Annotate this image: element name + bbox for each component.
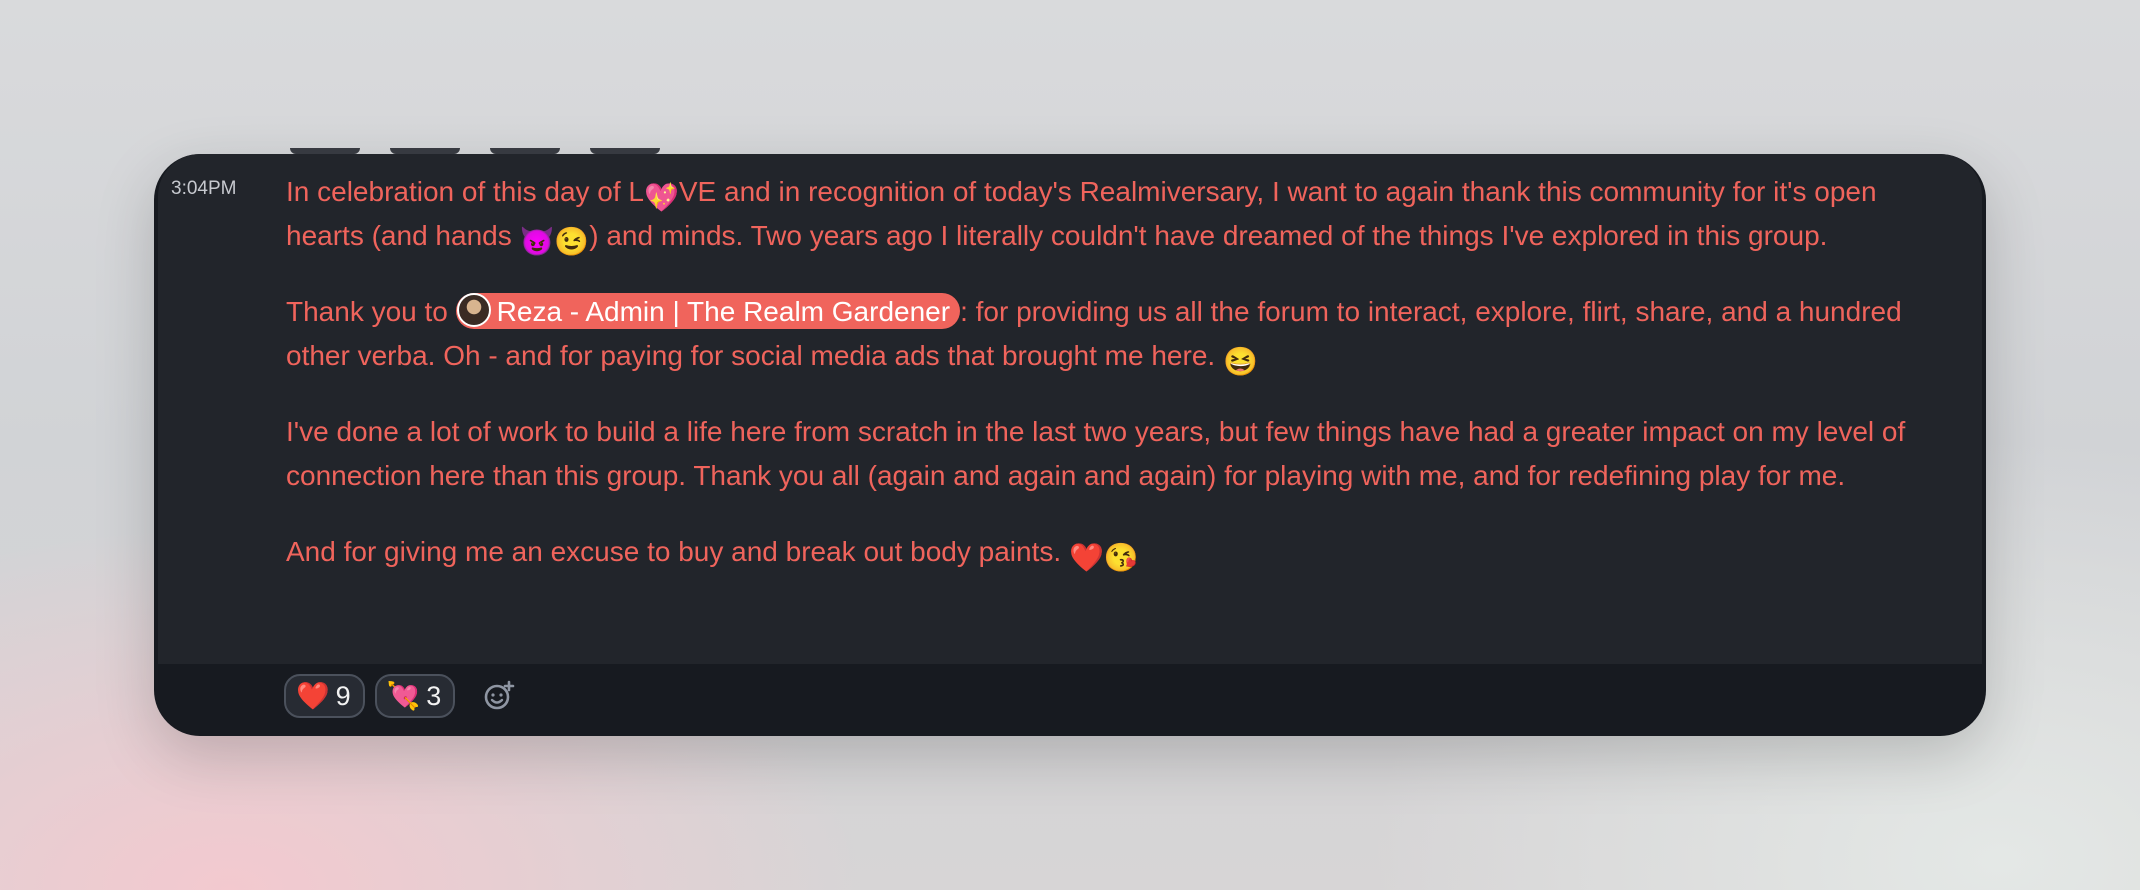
laughing-emoji: 😆 — [1222, 346, 1258, 377]
message-timestamp: 3:04PM — [171, 178, 237, 199]
reaction-heart[interactable]: ❤️ 9 — [284, 674, 365, 718]
mention-avatar — [456, 293, 491, 327]
text: And for giving me an excuse to buy and b… — [286, 536, 1069, 567]
add-reaction-button[interactable] — [477, 674, 521, 718]
message-area: 3:04PM In celebration of this day of L💖V… — [158, 154, 1982, 664]
reaction-cupid[interactable]: 💘 3 — [374, 674, 456, 718]
heart-kiss-emoji: ❤️😘 — [1068, 542, 1139, 573]
text: In celebration of this day of L — [286, 176, 644, 207]
message-body: In celebration of this day of L💖VE and i… — [286, 170, 1946, 574]
text: Thank you to — [286, 296, 456, 327]
message-card: 3:04PM In celebration of this day of L💖V… — [154, 154, 1986, 736]
mention-name: Reza - Admin | The Realm Gardener — [496, 296, 951, 327]
message-paragraph: In celebration of this day of L💖VE and i… — [286, 170, 1946, 258]
heart-arrow-icon: 💘 — [386, 680, 421, 711]
reaction-bar: ❤️ 9 💘 3 — [284, 674, 521, 718]
sparkling-heart-emoji: 💖 — [644, 182, 679, 213]
add-emoji-icon — [485, 680, 515, 710]
reaction-count: 3 — [426, 680, 442, 711]
message-paragraph: And for giving me an excuse to buy and b… — [286, 530, 1946, 574]
message-paragraph: I've done a lot of work to build a life … — [286, 416, 1906, 491]
message-paragraph: Thank you to Reza - Admin | The Realm Ga… — [286, 290, 1946, 378]
user-mention[interactable]: Reza - Admin | The Realm Gardener — [455, 293, 961, 329]
reaction-count: 9 — [335, 680, 351, 711]
text: ) and minds. Two years ago I literally c… — [589, 220, 1828, 251]
devil-wink-emoji: 😈😉 — [519, 226, 590, 257]
heart-icon: ❤️ — [296, 680, 330, 711]
